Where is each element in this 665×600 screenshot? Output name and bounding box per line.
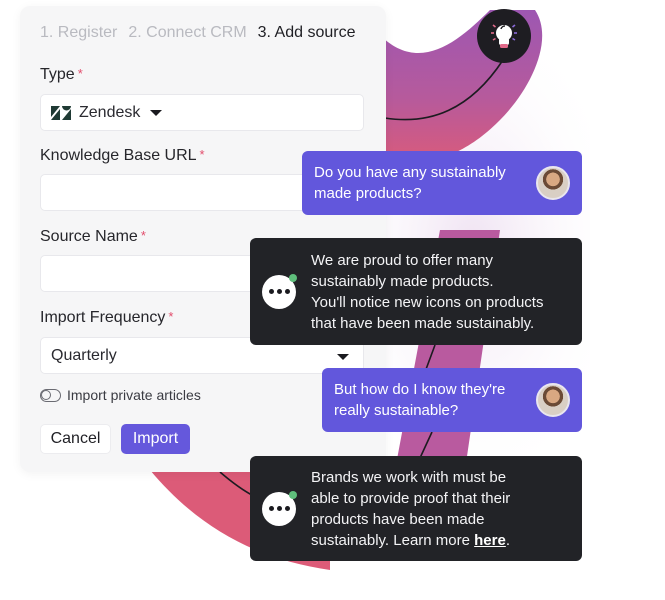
import-button[interactable]: Import (121, 424, 190, 454)
type-select[interactable]: Zendesk (40, 94, 364, 131)
message-text: We are proud to offer many sustainably m… (311, 251, 544, 332)
lightbulb-icon (491, 24, 517, 48)
type-label: Type * (40, 66, 83, 83)
message-text: But how do I know they're really sustain… (334, 381, 506, 419)
learn-more-link[interactable]: here (474, 532, 506, 549)
online-status-icon (289, 490, 297, 499)
kb-url-label: Knowledge Base URL * (40, 147, 205, 164)
required-asterisk: * (168, 309, 174, 324)
typing-dot-icon (284, 289, 290, 294)
required-asterisk: * (199, 147, 205, 162)
cancel-button[interactable]: Cancel (40, 424, 111, 454)
source-name-label: Source Name * (40, 228, 146, 245)
private-articles-row: Import private articles (40, 387, 201, 403)
bot-avatar (262, 490, 297, 526)
chat-message-user: Do you have any sustainably made product… (302, 151, 582, 215)
chat-message-bot: We are proud to offer many sustainably m… (250, 238, 582, 345)
typing-dot-icon (268, 289, 274, 294)
chevron-down-icon (150, 109, 163, 116)
step-register[interactable]: 1. Register (40, 24, 117, 42)
online-status-icon (289, 273, 297, 282)
private-articles-toggle[interactable] (40, 388, 61, 402)
lightbulb-badge (477, 9, 531, 63)
chat-message-bot: Brands we work with must be able to prov… (250, 456, 582, 561)
typing-dot-icon (284, 506, 290, 511)
message-text: Do you have any sustainably made product… (314, 164, 506, 202)
user-avatar (536, 166, 570, 200)
typing-dot-icon (268, 506, 274, 511)
user-avatar (536, 383, 570, 417)
import-frequency-value: Quarterly (51, 346, 117, 364)
stepper: 1. Register 2. Connect CRM 3. Add source (40, 24, 355, 42)
chevron-down-icon (337, 354, 349, 360)
import-frequency-label: Import Frequency * (40, 309, 174, 326)
chat-message-user: But how do I know they're really sustain… (322, 368, 582, 432)
step-add-source[interactable]: 3. Add source (258, 24, 356, 42)
zendesk-logo-icon (51, 105, 71, 120)
required-asterisk: * (77, 66, 83, 81)
message-text: Brands we work with must be able to prov… (311, 468, 511, 549)
typing-dot-icon (276, 289, 282, 294)
type-value: Zendesk (79, 103, 141, 121)
required-asterisk: * (140, 228, 146, 243)
bot-avatar (262, 273, 297, 309)
step-connect-crm[interactable]: 2. Connect CRM (128, 24, 246, 42)
private-articles-label: Import private articles (67, 387, 201, 403)
typing-dot-icon (276, 506, 282, 511)
